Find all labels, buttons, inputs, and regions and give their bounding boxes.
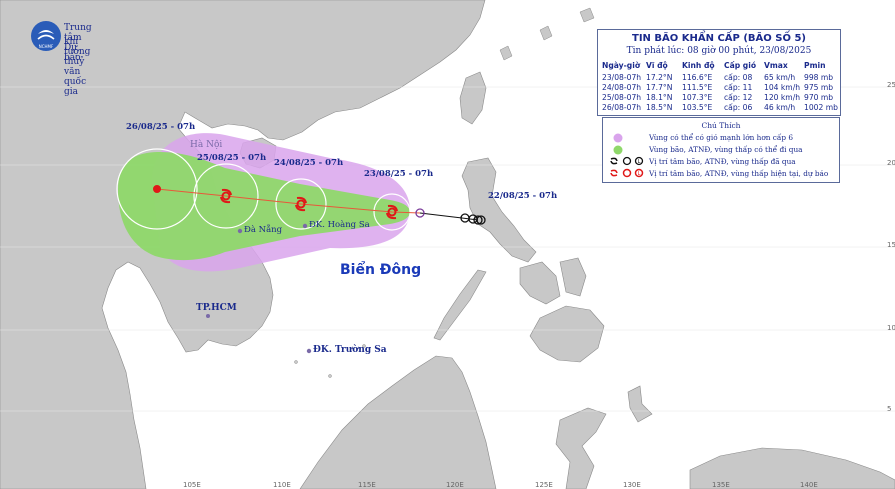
agency-name-line2: khí tượng thuỷ văn quốc gia xyxy=(64,37,91,97)
svg-text:L: L xyxy=(638,171,641,177)
legend-panel: Chú Thích Vùng có thể có gió mạnh lớn hơ… xyxy=(602,117,840,183)
agency-logo: NCHMF xyxy=(31,21,61,51)
cell-vmax: 65 km/h xyxy=(764,73,796,82)
col-pmin: Pmin xyxy=(804,61,826,70)
cell-vmax: 120 km/h xyxy=(764,93,801,102)
label-hanoi: Hà Nội xyxy=(190,140,223,150)
time-label-23: 23/08/25 - 07h xyxy=(364,169,434,179)
cell-pmin: 998 mb xyxy=(804,73,834,82)
lon-label: 120E xyxy=(446,481,464,489)
lon-label: 135E xyxy=(712,481,730,489)
lat-label: 15 xyxy=(887,241,895,249)
time-label-24: 24/08/25 - 07h xyxy=(274,158,344,168)
cell-lon: 116.6°E xyxy=(682,73,713,82)
cell-lat: 18.5°N xyxy=(646,103,673,112)
cell-pmin: 975 mb xyxy=(804,83,834,92)
lat-label: 10 xyxy=(887,324,895,332)
cell-lat: 18.1°N xyxy=(646,93,673,102)
past-center-swatch: L xyxy=(610,156,644,166)
label-truongsa: ĐK. Trường Sa xyxy=(313,345,387,355)
cell-vmax: 46 km/h xyxy=(764,103,796,112)
label-hcm: TP.HCM xyxy=(196,303,237,313)
cell-lat: 17.7°N xyxy=(646,83,673,92)
lon-label: 140E xyxy=(800,481,818,489)
cell-wind-level: cấp: 06 xyxy=(724,103,753,112)
cell-datetime: 24/08-07h xyxy=(602,83,642,92)
col-datetime: Ngày-giờ xyxy=(602,61,641,70)
cell-lon: 111.5°E xyxy=(682,83,713,92)
cell-lat: 17.2°N xyxy=(646,73,673,82)
col-wind-level: Cấp gió xyxy=(724,61,757,70)
cell-datetime: 23/08-07h xyxy=(602,73,642,82)
cell-lon: 103.5°E xyxy=(682,103,713,112)
cell-wind-level: cấp: 08 xyxy=(724,73,753,82)
lon-label: 130E xyxy=(623,481,641,489)
time-label-22: 22/08/25 - 07h xyxy=(488,191,558,201)
bulletin-issued-time: Tin phát lúc: 08 giờ 00 phút, 23/08/2025 xyxy=(626,46,812,56)
col-lat: Vĩ độ xyxy=(646,61,668,70)
lon-label: 125E xyxy=(535,481,553,489)
track-area-swatch xyxy=(613,145,623,155)
col-vmax: Vmax xyxy=(764,61,788,70)
label-hoangsa: ĐK. Hoàng Sa xyxy=(309,220,370,230)
lat-label: 5 xyxy=(887,405,892,413)
col-lon: Kinh độ xyxy=(682,61,715,70)
svg-text:NCHMF: NCHMF xyxy=(39,44,54,49)
lon-label: 115E xyxy=(358,481,376,489)
cell-lon: 107.3°E xyxy=(682,93,713,102)
low-pressure-symbol-26 xyxy=(153,185,161,193)
lat-label: 25 xyxy=(887,81,895,89)
cell-datetime: 26/08-07h xyxy=(602,103,642,112)
legend-item-track-area: Vùng bão, ATNĐ, vùng thấp có thể đi qua xyxy=(649,145,803,154)
label-bien-dong: Biển Đông xyxy=(340,262,422,278)
time-label-25: 25/08/25 - 07h xyxy=(197,153,267,163)
bulletin-panel: TIN BÃO KHẨN CẤP (BÃO SỐ 5) Tin phát lúc… xyxy=(597,29,841,116)
label-danang: Đà Nẵng xyxy=(244,225,283,235)
cell-pmin: 970 mb xyxy=(804,93,834,102)
cell-wind-level: cấp: 11 xyxy=(724,83,753,92)
legend-item-past-center: Vị trí tâm bão, ATNĐ, vùng thấp đã qua xyxy=(649,157,796,166)
legend-item-strong-wind: Vùng có thể có gió mạnh lớn hơn cấp 6 xyxy=(649,133,793,142)
cell-wind-level: cấp: 12 xyxy=(724,93,753,102)
cell-vmax: 104 km/h xyxy=(764,83,801,92)
bulletin-title: TIN BÃO KHẨN CẤP (BÃO SỐ 5) xyxy=(632,33,806,44)
svg-text:L: L xyxy=(638,159,641,165)
cell-datetime: 25/08-07h xyxy=(602,93,642,102)
legend-item-forecast-center: Vị trí tâm bão, ATNĐ, vùng thấp hiện tại… xyxy=(649,169,829,178)
time-label-26: 26/08/25 - 07h xyxy=(126,122,196,132)
lat-label: 20 xyxy=(887,159,895,167)
forecast-center-swatch: L xyxy=(610,168,644,178)
cell-pmin: 1002 mb xyxy=(804,103,838,112)
strong-wind-swatch xyxy=(613,133,623,143)
lon-label: 110E xyxy=(273,481,291,489)
lon-label: 105E xyxy=(183,481,201,489)
legend-title: Chú Thích xyxy=(701,121,741,130)
